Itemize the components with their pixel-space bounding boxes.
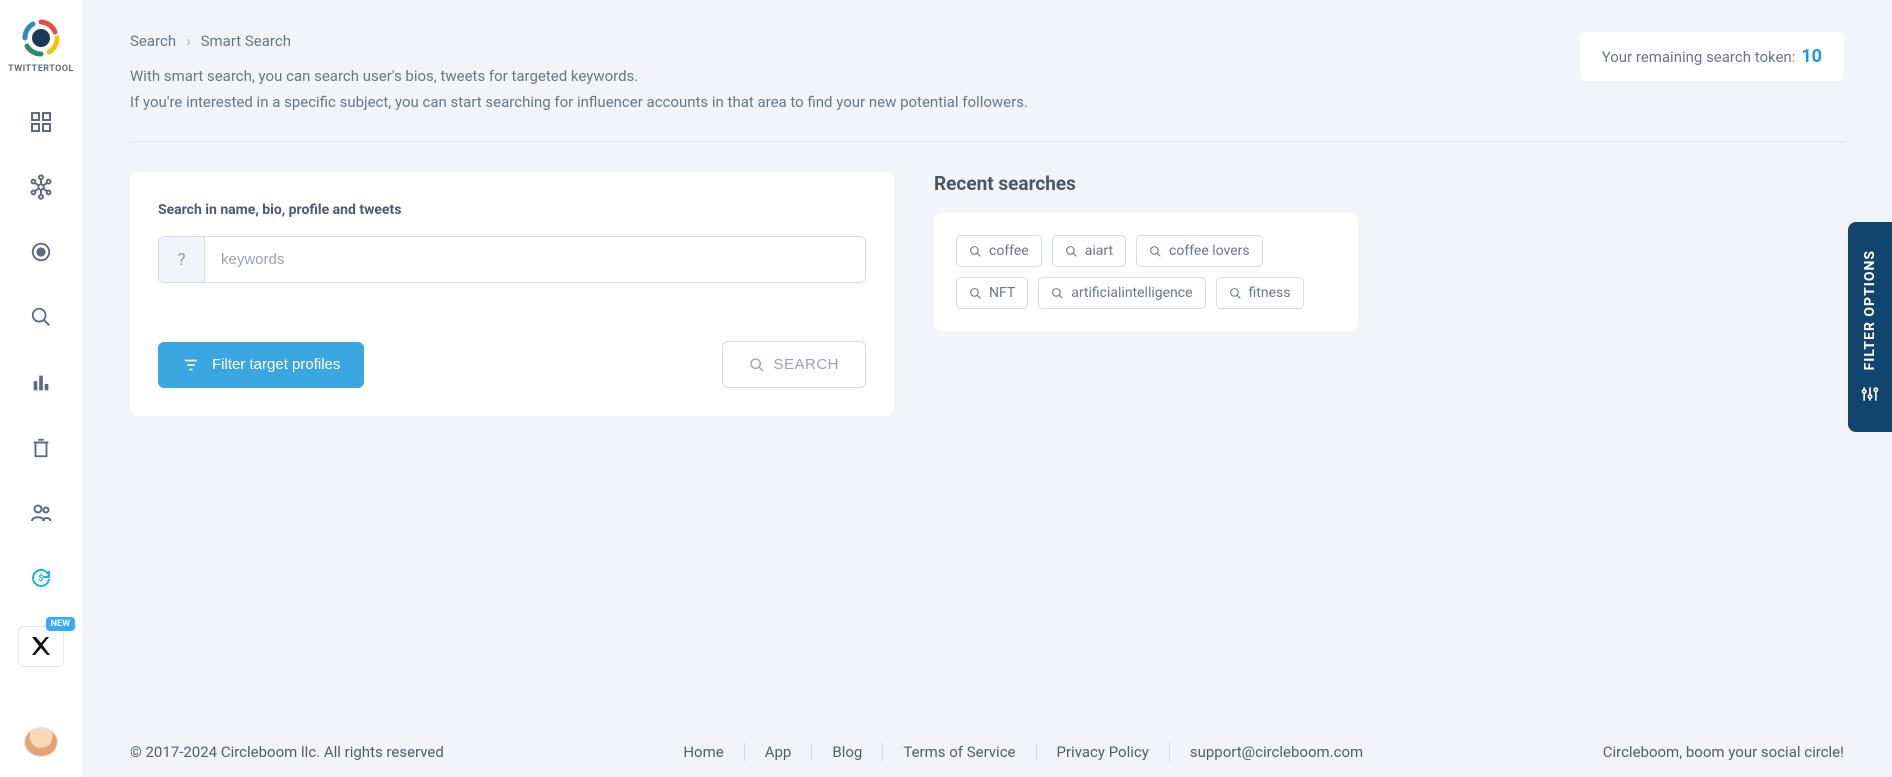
copyright: © 2017-2024 Circleboom llc. All rights r… [130,743,444,761]
footer-link[interactable]: Privacy Policy [1037,743,1169,761]
sidebar: TWITTERTOOL [0,0,82,777]
refresh-icon: $ [29,566,53,590]
nav-target[interactable] [21,235,61,270]
footer-link[interactable]: Home [663,743,743,761]
new-badge: NEW [46,617,75,631]
search-icon [969,287,982,300]
nav-network[interactable] [21,169,61,204]
filter-button-label: Filter target profiles [212,356,340,373]
search-icon [1065,245,1078,258]
recent-card: coffee aiart coffee lovers NFT artificialint… [934,213,1358,331]
recent-searches: Recent searches coffee aiart coffee lovers… [934,172,1358,331]
people-icon [29,501,53,525]
nav-refresh[interactable]: $ [21,561,61,596]
breadcrumb-root[interactable]: Search [130,32,176,50]
search-card-title: Search in name, bio, profile and tweets [158,202,866,218]
page-description-1: With smart search, you can search user's… [130,64,1580,90]
token-count: 10 [1801,46,1822,67]
token-box: Your remaining search token: 10 [1580,32,1844,81]
nav-people[interactable] [21,496,61,531]
main: Search › Smart Search With smart search,… [82,0,1892,777]
keywords-input[interactable] [205,237,865,282]
recent-tag[interactable]: fitness [1216,277,1304,309]
chevron-right-icon: › [186,32,191,50]
tag-label: fitness [1249,285,1291,301]
sliders-icon [1860,384,1880,404]
logo-icon [21,18,61,58]
svg-text:$: $ [38,573,43,584]
divider [130,141,1844,142]
nav-trash[interactable] [21,430,61,465]
filter-options-label: FILTER OPTIONS [1862,250,1878,370]
search-icon [969,245,982,258]
bar-chart-icon [30,372,52,394]
search-icon [1229,287,1242,300]
footer-link[interactable]: support@circleboom.com [1170,743,1383,761]
tagline: Circleboom, boom your social circle! [1603,743,1844,761]
search-input-group: ? [158,236,866,283]
filter-options-tab[interactable]: FILTER OPTIONS [1848,222,1892,432]
nav-analytics[interactable] [21,365,61,400]
tag-label: artificialintelligence [1071,285,1192,301]
nav-dashboard[interactable] [21,104,61,139]
help-icon[interactable]: ? [159,237,205,282]
x-icon [29,634,53,658]
token-label: Your remaining search token: [1602,48,1796,66]
breadcrumb: Search › Smart Search [130,32,1580,50]
filter-profiles-button[interactable]: Filter target profiles [158,342,364,388]
recent-tag[interactable]: aiart [1052,235,1126,267]
recent-tag[interactable]: artificialintelligence [1038,277,1205,309]
footer: © 2017-2024 Circleboom llc. All rights r… [82,743,1892,777]
logo-text: TWITTERTOOL [8,64,74,74]
dashboard-icon [29,110,53,134]
footer-links: HomeAppBlogTerms of ServicePrivacy Polic… [663,743,1383,761]
search-icon [1149,245,1162,258]
trash-icon [30,437,52,459]
tag-label: coffee lovers [1169,243,1250,259]
recent-title: Recent searches [934,172,1358,195]
search-icon [1051,287,1064,300]
breadcrumb-current: Smart Search [201,32,291,50]
tag-label: coffee [989,243,1029,259]
nav-x-app[interactable]: NEW [18,626,64,667]
avatar[interactable] [24,727,58,757]
footer-link[interactable]: Terms of Service [883,743,1035,761]
network-icon [28,174,54,200]
nav-search[interactable] [21,300,61,335]
page-description-2: If you're interested in a specific subje… [130,90,1580,116]
target-icon [30,241,52,263]
search-card: Search in name, bio, profile and tweets … [130,172,894,416]
search-icon [30,306,52,328]
tag-label: NFT [989,285,1015,301]
recent-tag[interactable]: NFT [956,277,1028,309]
tag-label: aiart [1085,243,1113,259]
search-button-label: SEARCH [773,356,839,373]
recent-tag[interactable]: coffee [956,235,1042,267]
logo[interactable]: TWITTERTOOL [8,18,74,74]
filter-icon [182,356,200,374]
search-button[interactable]: SEARCH [722,341,866,388]
recent-tag[interactable]: coffee lovers [1136,235,1263,267]
search-icon [749,357,765,373]
footer-link[interactable]: Blog [812,743,882,761]
footer-link[interactable]: App [745,743,812,761]
